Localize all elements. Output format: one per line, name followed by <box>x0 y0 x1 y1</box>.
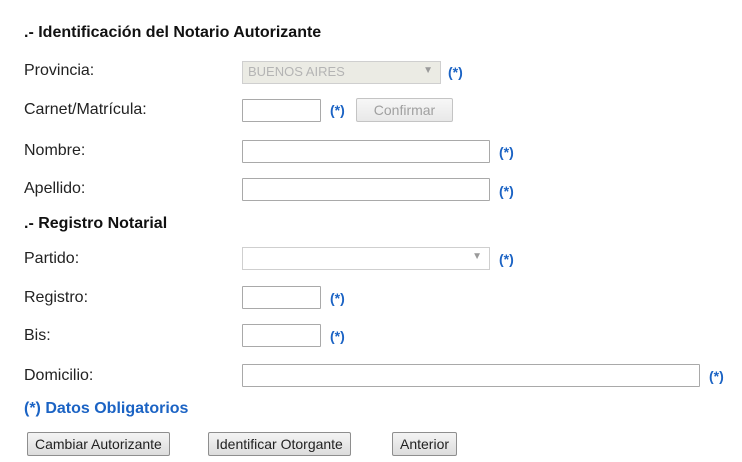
carnet-input[interactable] <box>242 99 321 122</box>
bis-input[interactable] <box>242 324 321 347</box>
required-marker-bis: (*) <box>330 328 345 344</box>
nombre-label: Nombre: <box>24 142 86 159</box>
chevron-down-icon: ▼ <box>472 251 482 262</box>
section-title-registry: .- Registro Notarial <box>24 215 168 232</box>
required-marker-provincia: (*) <box>448 64 463 80</box>
previous-button[interactable]: Anterior <box>392 432 458 456</box>
provincia-label: Provincia: <box>24 62 95 79</box>
form-container: .- Identificación del Notario Autorizant… <box>0 0 742 462</box>
required-marker-apellido: (*) <box>499 183 514 199</box>
required-marker-carnet: (*) <box>330 102 345 118</box>
registro-label: Registro: <box>24 289 89 306</box>
change-authorizer-button[interactable]: Cambiar Autorizante <box>27 432 170 456</box>
required-marker-nombre: (*) <box>499 144 514 160</box>
domicilio-label: Domicilio: <box>24 367 94 384</box>
domicilio-input[interactable] <box>242 364 700 387</box>
confirm-button[interactable]: Confirmar <box>356 98 453 122</box>
provincia-select-value: BUENOS AIRES <box>248 64 345 79</box>
required-marker-partido: (*) <box>499 251 514 267</box>
provincia-select[interactable]: BUENOS AIRES ▼ <box>242 61 441 84</box>
partido-select[interactable]: ▼ <box>242 247 490 270</box>
identify-grantor-button[interactable]: Identificar Otorgante <box>208 432 351 456</box>
registro-input[interactable] <box>242 286 321 309</box>
section-title-notary: .- Identificación del Notario Autorizant… <box>24 24 322 41</box>
required-marker-registro: (*) <box>330 290 345 306</box>
required-marker-domicilio: (*) <box>709 368 724 384</box>
apellido-label: Apellido: <box>24 180 86 197</box>
required-fields-note: (*) Datos Obligatorios <box>24 400 189 417</box>
partido-label: Partido: <box>24 250 80 267</box>
carnet-label: Carnet/Matrícula: <box>24 101 147 118</box>
nombre-input[interactable] <box>242 140 490 163</box>
chevron-down-icon: ▼ <box>423 65 433 76</box>
bis-label: Bis: <box>24 327 51 344</box>
apellido-input[interactable] <box>242 178 490 201</box>
